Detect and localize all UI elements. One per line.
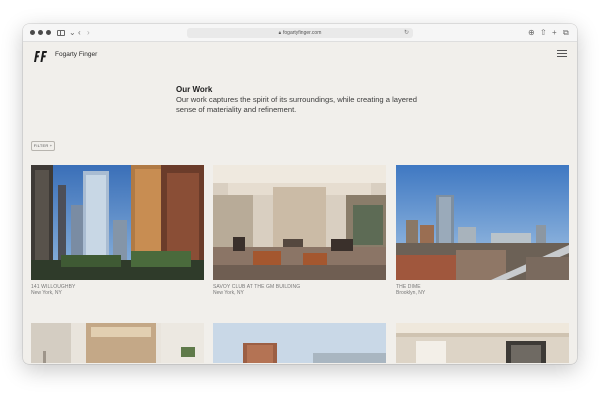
project-location: New York, NY bbox=[213, 290, 244, 296]
minimize-window-button[interactable] bbox=[38, 30, 43, 35]
project-location: New York, NY bbox=[31, 290, 62, 296]
brand-name[interactable]: Fogarty Finger bbox=[55, 51, 97, 58]
project-image[interactable] bbox=[396, 323, 569, 363]
chevron-down-icon[interactable]: ⌄ bbox=[69, 27, 76, 39]
project-image[interactable] bbox=[31, 323, 204, 363]
reload-icon[interactable]: ↻ bbox=[404, 28, 409, 38]
browser-window: ⌄ ‹ › 🔒︎ fogartyfinger.com ↻ ⊕ ⇧ + ⧉ Foga… bbox=[23, 24, 577, 364]
project-image[interactable] bbox=[31, 165, 204, 280]
project-card[interactable] bbox=[213, 323, 386, 363]
close-window-button[interactable] bbox=[30, 30, 35, 35]
window-controls bbox=[30, 30, 51, 35]
project-image[interactable] bbox=[213, 323, 386, 363]
brand-logo[interactable] bbox=[32, 49, 48, 63]
project-location: Brooklyn, NY bbox=[396, 290, 426, 296]
browser-toolbar: ⌄ ‹ › 🔒︎ fogartyfinger.com ↻ ⊕ ⇧ + ⧉ bbox=[23, 24, 577, 42]
address-bar[interactable]: 🔒︎ fogartyfinger.com ↻ bbox=[187, 28, 413, 38]
share-icon[interactable]: ⇧ bbox=[540, 27, 547, 39]
forward-icon[interactable]: › bbox=[87, 27, 90, 39]
project-card[interactable]: 141 WILLOUGHBY New York, NY bbox=[31, 165, 204, 296]
hamburger-menu-icon[interactable] bbox=[557, 50, 567, 58]
lock-icon: 🔒︎ bbox=[278, 30, 282, 35]
project-card[interactable] bbox=[31, 323, 204, 363]
intro-text: Our work captures the spirit of its surr… bbox=[176, 95, 418, 114]
new-tab-icon[interactable]: + bbox=[552, 27, 557, 39]
url-text: fogartyfinger.com bbox=[283, 30, 322, 36]
back-icon[interactable]: ‹ bbox=[78, 27, 81, 39]
sidebar-icon[interactable] bbox=[57, 30, 65, 36]
web-page: Fogarty Finger Our Work Our work capture… bbox=[23, 42, 577, 364]
project-card[interactable] bbox=[396, 323, 569, 363]
page-title: Our Work bbox=[176, 85, 213, 94]
project-card[interactable]: SAVOY CLUB AT THE GM BUILDING New York, … bbox=[213, 165, 386, 296]
tabs-icon[interactable]: ⧉ bbox=[563, 27, 569, 39]
project-image[interactable] bbox=[213, 165, 386, 280]
maximize-window-button[interactable] bbox=[46, 30, 51, 35]
project-image[interactable] bbox=[396, 165, 569, 280]
project-card[interactable]: THE DIME Brooklyn, NY bbox=[396, 165, 569, 296]
filter-button[interactable]: FILTER + bbox=[31, 141, 55, 151]
download-icon[interactable]: ⊕ bbox=[528, 27, 535, 39]
